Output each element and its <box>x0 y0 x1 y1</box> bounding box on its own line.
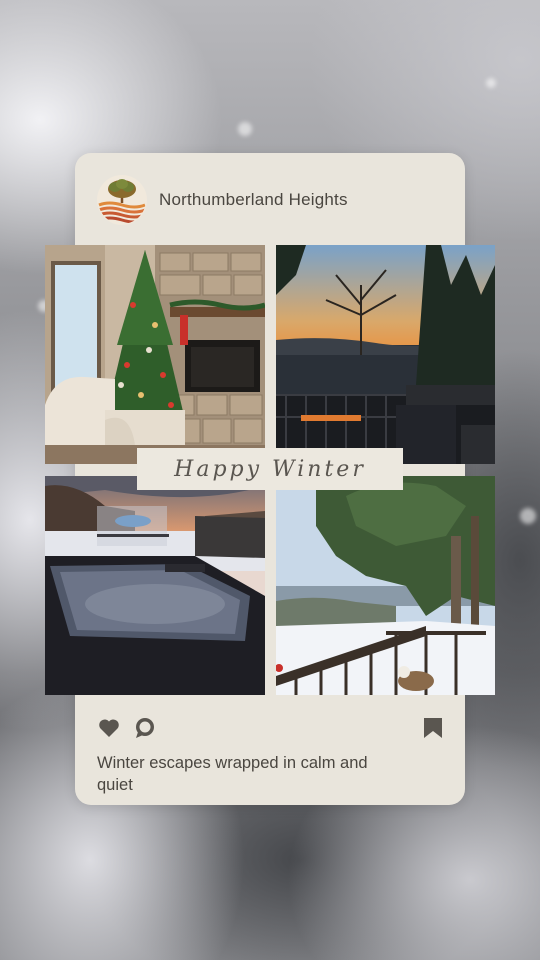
happy-winter-banner: Happy Winter <box>137 448 403 490</box>
post-actions <box>97 716 443 742</box>
tree-sunset-logo-icon <box>97 175 147 225</box>
snow-bokeh <box>520 508 536 524</box>
photo-christmas-living-room[interactable] <box>45 245 265 464</box>
photo-hot-tub[interactable] <box>45 476 265 695</box>
snow-bokeh <box>238 122 252 136</box>
comment-icon[interactable] <box>133 716 157 740</box>
heart-icon[interactable] <box>97 716 121 740</box>
bookmark-icon[interactable] <box>421 716 445 740</box>
photo-snowy-deck[interactable] <box>276 476 495 695</box>
post-header: Northumberland Heights <box>97 175 348 225</box>
account-name[interactable]: Northumberland Heights <box>159 190 348 210</box>
banner-text: Happy Winter <box>174 456 366 482</box>
snow-bokeh <box>486 78 496 88</box>
photo-sunset-deck[interactable] <box>276 245 495 464</box>
post-caption: Winter escapes wrapped in calm and quiet <box>97 754 368 794</box>
